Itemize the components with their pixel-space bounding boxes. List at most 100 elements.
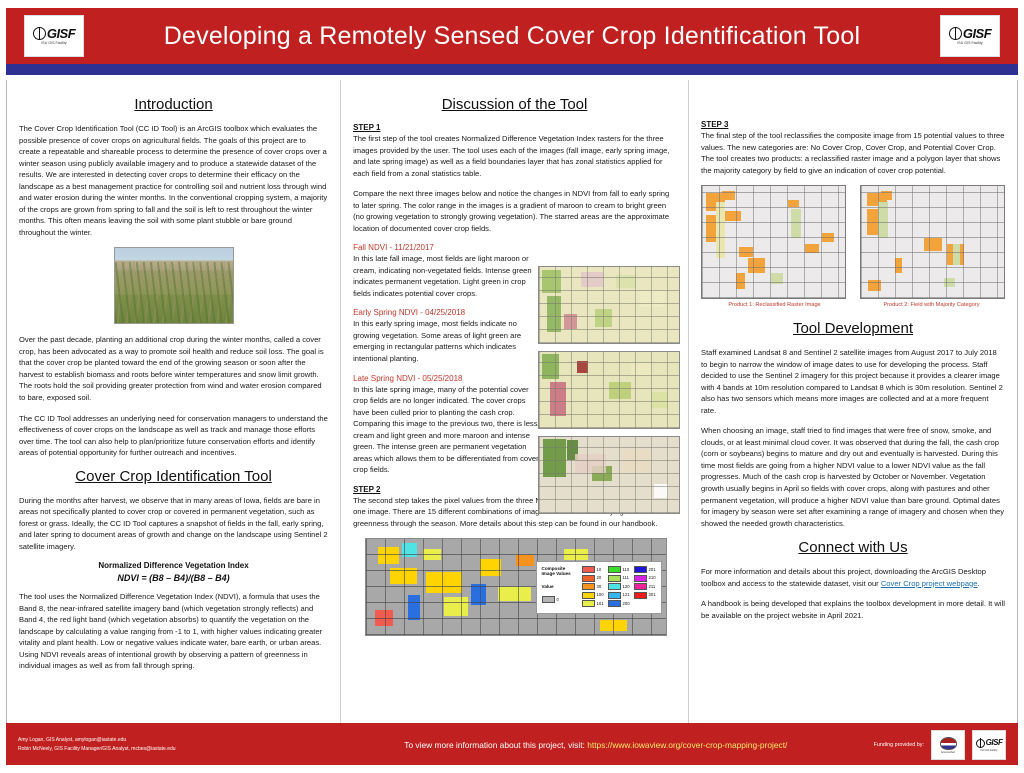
legend-value: 10 xyxy=(596,566,602,572)
fall-ndvi-text: In this late fall image, most fields are… xyxy=(353,254,532,298)
legend-entry: 210 xyxy=(633,574,656,582)
gisf-logo-subtitle: ISU GIS Facility xyxy=(957,41,983,45)
step1-paragraph-2: Compare the next three images below and … xyxy=(353,189,670,233)
fall-ndvi-title: Fall NDVI - 11/21/2017 xyxy=(353,243,434,253)
tool-development-paragraph-2: When choosing an image, staff tried to f… xyxy=(701,426,1005,528)
late-spring-ndvi-text-2: Comparing this image to the previous two… xyxy=(353,419,539,475)
legend-labels: Composite Image Values Value 0 xyxy=(541,566,578,609)
step3-label: STEP 3 xyxy=(701,120,729,129)
connect-with-us-heading: Connect with Us xyxy=(798,539,908,557)
footer-funding-area: Funding provided by: AmericaView GISF IS… xyxy=(874,730,1006,760)
product2-caption: Product 2: Field with Majority Category xyxy=(883,302,980,309)
ndvi-explanation-paragraph: The tool uses the Normalized Difference … xyxy=(19,592,323,671)
cover-crop-tool-paragraph: During the months after harvest, we obse… xyxy=(19,495,328,551)
legend-swatch xyxy=(581,574,595,582)
legend-value: 20 xyxy=(596,575,602,581)
composite-image: Composite Image Values Value 0 10 20 30 xyxy=(364,538,667,637)
intro-paragraph-2: Over the past decade, planting an additi… xyxy=(19,335,324,402)
legend-entry: 111 xyxy=(607,574,630,582)
legend-zero-value: 0 xyxy=(556,596,559,602)
gisf-logo-label: GISF xyxy=(985,738,1003,747)
introduction-heading: Introduction xyxy=(134,96,213,113)
intro-paragraph-1: The Cover Crop Identification Tool (CC I… xyxy=(19,124,328,237)
legend-swatch xyxy=(607,566,621,574)
gisf-logo-subtitle: ISU GIS Facility xyxy=(41,41,67,45)
connect-paragraph-1: For more information and details about t… xyxy=(701,566,1005,589)
legend-title-line2: Image Values xyxy=(541,571,571,577)
connect-text-after: . xyxy=(977,578,980,588)
legend-value: 110 xyxy=(622,566,630,572)
ndvi-formula: NDVI = (B8 – B4)/(B8 – B4) xyxy=(117,573,230,584)
legend-swatch xyxy=(581,600,595,608)
legend-value: 120 xyxy=(622,583,630,589)
poster-footer: Amy Logan, GIS Analyst, amylogan@iastate… xyxy=(6,725,1018,765)
tool-development-heading: Tool Development xyxy=(792,320,914,338)
legend-entry: 10 xyxy=(581,566,604,574)
americaview-logo: AmericaView xyxy=(931,730,965,760)
step1-paragraph-1: The first step of the tool creates Norma… xyxy=(353,134,670,178)
product1-caption: Product 1: Reclassified Raster Image xyxy=(728,302,821,309)
cover-crop-project-webpage-link[interactable]: Cover Crop project webpage xyxy=(881,579,978,588)
legend-value: 121 xyxy=(622,592,630,598)
globe-icon xyxy=(32,26,46,41)
americaview-logo-label: AmericaView xyxy=(941,750,955,754)
cover-crop-field-photo xyxy=(113,247,234,325)
ndvi-block-fall: Fall NDVI - 11/21/2017 In this late fall… xyxy=(353,243,543,299)
gisf-logo-footer: GISF ISU GIS Facility xyxy=(972,730,1006,760)
ndvi-thumbnail-late-spring xyxy=(538,436,680,514)
column-left: Introduction The Cover Crop Identificati… xyxy=(7,80,340,725)
connect-paragraph-2: A handbook is being developed that expla… xyxy=(701,599,1005,620)
poster-header: GISF ISU GIS Facility Developing a Remot… xyxy=(6,8,1018,64)
legend-swatch xyxy=(633,591,647,599)
ndvi-thumbnail-early-spring xyxy=(538,351,680,429)
footer-visit-line: To view more information about this proj… xyxy=(318,740,874,750)
legend-swatch xyxy=(581,583,595,591)
discussion-heading: Discussion of the Tool xyxy=(441,96,588,113)
legend-value: 210 xyxy=(648,575,656,581)
footer-project-url[interactable]: https://www.iowaview.org/cover-crop-mapp… xyxy=(587,740,787,750)
globe-icon xyxy=(975,738,985,748)
footer-authors: Amy Logan, GIS Analyst, amylogan@iastate… xyxy=(18,736,318,755)
product-captions-row: Product 1: Reclassified Raster Image Pro… xyxy=(701,302,1005,308)
legend-value: 200 xyxy=(622,600,630,606)
legend-column-2: 110 111 120 121 200 xyxy=(607,566,630,609)
legend-entry: 200 xyxy=(607,600,630,608)
gisf-logo-text: GISF xyxy=(948,26,992,41)
column-right: STEP 3 The final step of the tool reclas… xyxy=(689,80,1017,725)
americaview-badge-icon xyxy=(939,736,957,750)
legend-swatch xyxy=(633,574,647,582)
legend-entry: 100 xyxy=(581,591,604,599)
ndvi-block-early-spring: Early Spring NDVI - 04/25/2018 In this e… xyxy=(353,308,543,364)
product2-image xyxy=(860,185,1005,300)
composite-image-figure: Composite Image Values Value 0 10 20 30 xyxy=(364,538,667,637)
legend-entry: 30 xyxy=(581,583,604,591)
gisf-logo-label: GISF xyxy=(46,26,76,41)
legend-value: 201 xyxy=(648,566,656,572)
legend-value: 111 xyxy=(622,575,629,581)
poster-canvas: GISF ISU GIS Facility Developing a Remot… xyxy=(0,0,1024,773)
column-middle: Discussion of the Tool STEP 1 The first … xyxy=(340,80,689,725)
poster-body: Introduction The Cover Crop Identificati… xyxy=(6,80,1018,725)
ndvi-block-late-spring: Late Spring NDVI - 05/25/2018 In this la… xyxy=(353,374,543,476)
legend-column-1: 10 20 30 100 101 xyxy=(581,566,604,609)
legend-swatch xyxy=(581,566,595,574)
intro-paragraph-3: The CC ID Tool addresses an underlying n… xyxy=(19,413,328,458)
product-images-row xyxy=(701,185,1005,300)
legend-entry: 101 xyxy=(581,600,604,608)
legend-swatch xyxy=(633,583,647,591)
gisf-logo-text: GISF xyxy=(975,738,1003,748)
late-spring-ndvi-text: In this late spring image, many of the p… xyxy=(353,384,529,417)
legend-entry: 121 xyxy=(607,591,630,599)
legend-entry: 301 xyxy=(633,591,656,599)
legend-column-3: 201 210 211 301 xyxy=(633,566,656,609)
legend-swatch-zero xyxy=(541,596,555,604)
header-divider xyxy=(6,75,1018,77)
product1-image xyxy=(701,185,846,300)
legend-swatch xyxy=(607,583,621,591)
step3-paragraph: The final step of the tool reclassifies … xyxy=(701,131,1005,175)
legend-swatch xyxy=(581,591,595,599)
gisf-logo-label: GISF xyxy=(962,26,992,41)
legend-value-label: Value xyxy=(541,584,554,590)
legend-entry: 20 xyxy=(581,574,604,582)
gisf-logo-right: GISF ISU GIS Facility xyxy=(940,15,1000,57)
